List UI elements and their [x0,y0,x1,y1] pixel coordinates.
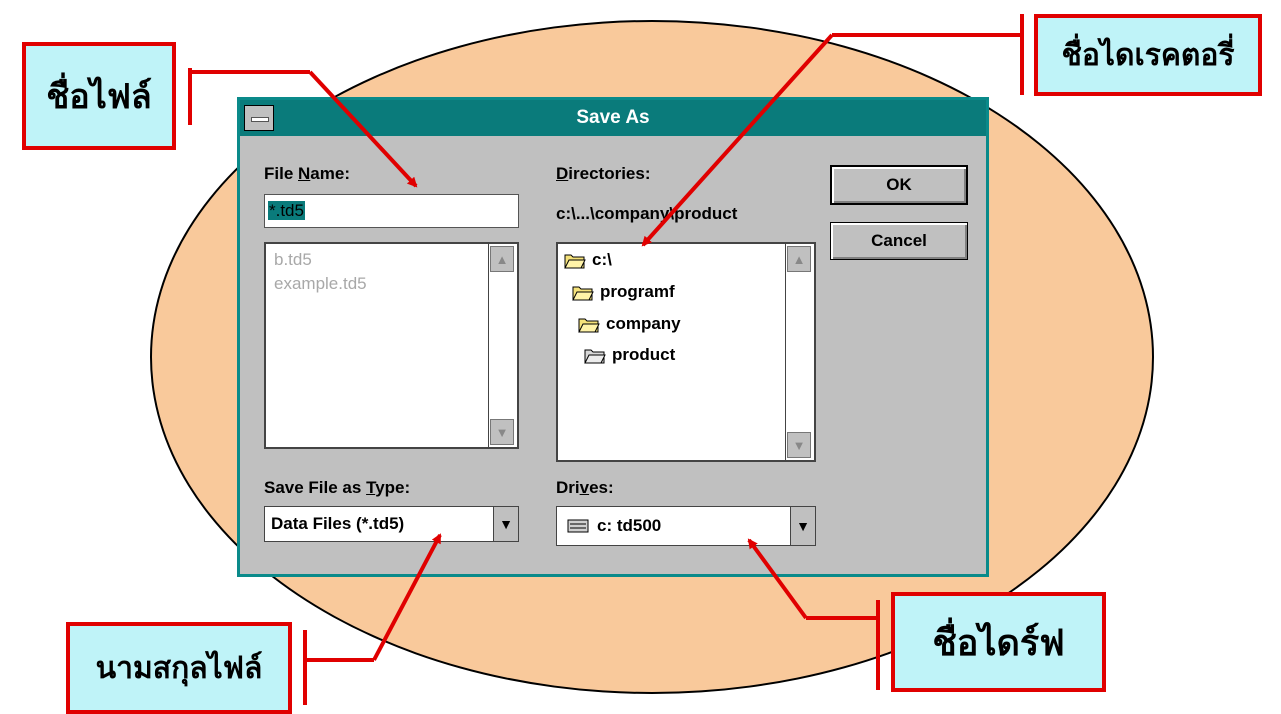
callout-file-name: ชื่อไฟล์ [22,42,176,150]
callout-directory: ชื่อไดเรคตอรี่ [1034,14,1262,96]
callout-drive: ชื่อไดร์ฟ [891,592,1106,692]
callout-extension: นามสกุลไฟล์ [66,622,292,714]
